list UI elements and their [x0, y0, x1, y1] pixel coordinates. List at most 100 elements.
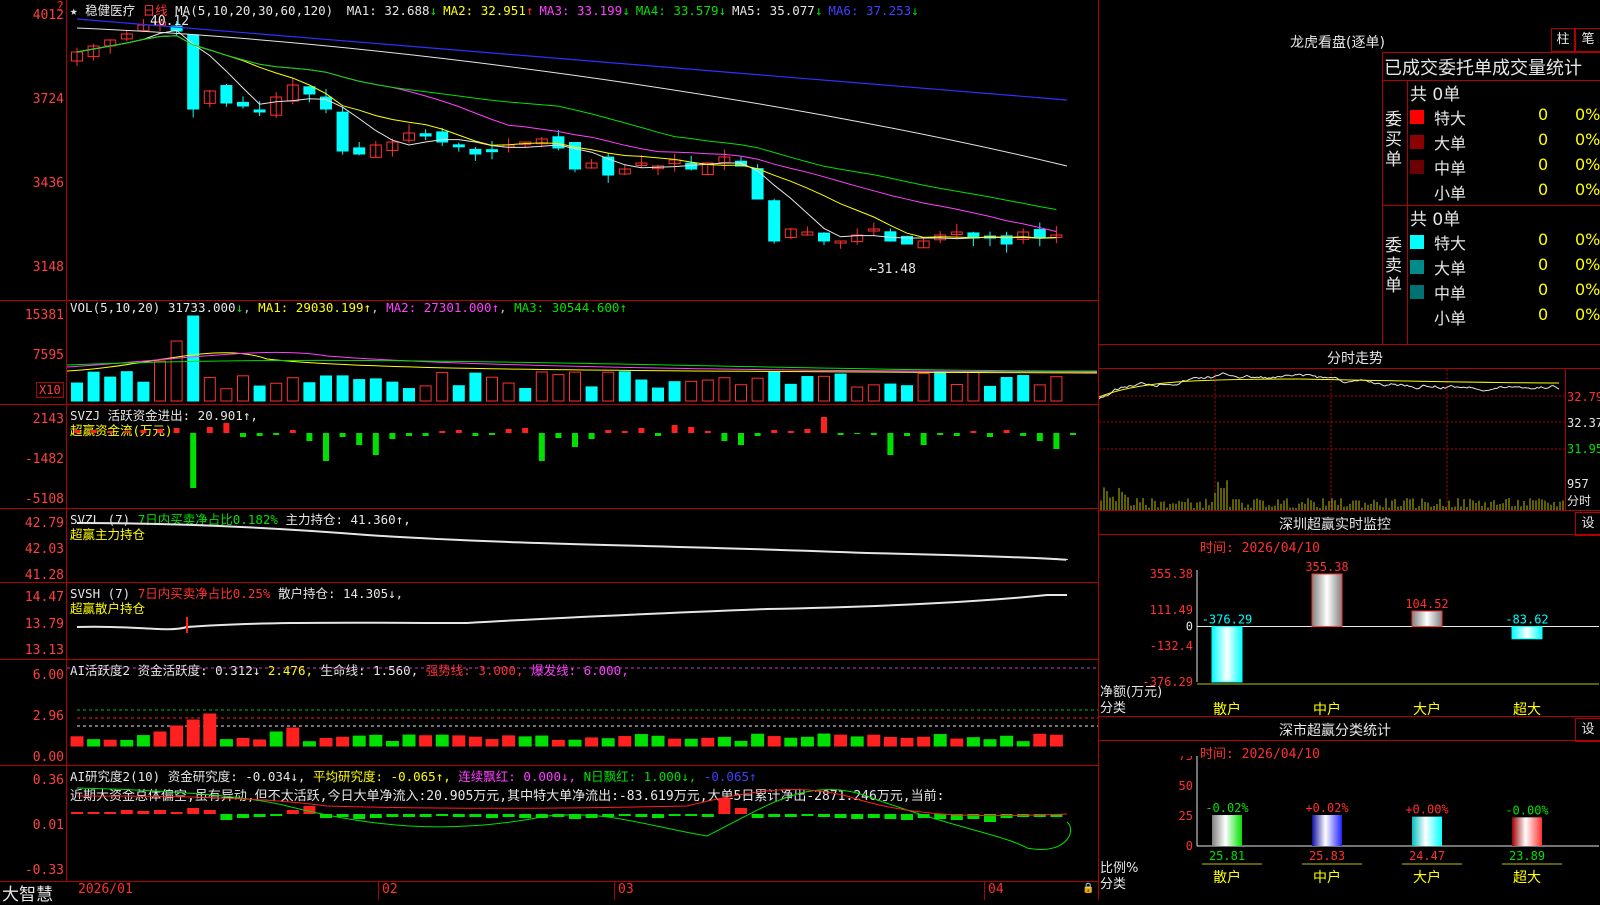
- activity-bar: [369, 734, 383, 747]
- candle-body: [768, 200, 781, 242]
- activity-bar: [336, 736, 350, 747]
- axis-tick-label: 355.38: [1150, 567, 1193, 581]
- sz-monitor-settings-button[interactable]: 设: [1575, 512, 1600, 536]
- flow-bar: [472, 433, 479, 436]
- flow-bar: [671, 425, 678, 433]
- volume-bar: [950, 384, 963, 402]
- ma-line: [76, 35, 1057, 239]
- volume-bar: [203, 377, 216, 402]
- capital-flow-chart[interactable]: [67, 405, 1098, 508]
- intraday-chart[interactable]: [1099, 369, 1565, 510]
- sz-ratio-chart[interactable]: 75 50 25 0 -0.02% 25.81 散户 +0.02% 25.83 中户 +0.00% 2…: [1099, 756, 1600, 900]
- volume-bar: [569, 371, 581, 402]
- research-bar: [286, 810, 299, 814]
- longhu-tabs[interactable]: 已成交委托单成交量统计: [1384, 54, 1600, 80]
- lock-icon[interactable]: 🔒: [1082, 883, 1094, 894]
- intraday-tick: 32.37: [1567, 416, 1600, 430]
- activity-bar: [1000, 735, 1014, 747]
- price-tick: 4012: [32, 8, 64, 23]
- volume-chart[interactable]: [67, 301, 1098, 404]
- research-line-red: [76, 788, 1068, 817]
- activity-bar: [983, 739, 997, 747]
- flow-bar: [489, 433, 495, 435]
- order-value: 0: [1538, 105, 1549, 124]
- flow-bar: [406, 433, 412, 436]
- brand-logo[interactable]: 大智慧: [2, 880, 53, 905]
- order-pct: 0%: [1575, 180, 1600, 199]
- activity-bar: [170, 725, 184, 747]
- flow-bar: [821, 417, 827, 433]
- candle-body: [353, 147, 366, 155]
- bar-change-label: +0.00%: [1405, 803, 1449, 817]
- flow-bar: [721, 433, 728, 441]
- flow-bar: [538, 433, 545, 461]
- volume-bar: [984, 385, 996, 402]
- ai-research-chart[interactable]: [67, 766, 1098, 881]
- activity-bar: [468, 736, 482, 747]
- candlestick-chart[interactable]: [67, 0, 1098, 300]
- activity-bar: [551, 739, 565, 747]
- svzj-tick: 2143: [32, 412, 64, 427]
- volume-bar: [784, 383, 797, 402]
- flow-bar: [372, 433, 379, 455]
- axis-tick-label: 75: [1179, 756, 1193, 763]
- candle-body: [419, 133, 432, 137]
- flow-bar: [389, 433, 396, 439]
- volume-bar: [917, 373, 930, 402]
- ai-activity-chart[interactable]: [67, 660, 1098, 765]
- category-label: 超大: [1513, 870, 1541, 886]
- volume-unit-badge[interactable]: X10: [36, 382, 64, 398]
- volume-bar: [104, 376, 117, 402]
- intraday-vol-tick: 957: [1567, 477, 1589, 491]
- research-bar: [967, 814, 980, 819]
- research-bar: [369, 814, 382, 818]
- volume-bar: [452, 385, 465, 402]
- volume-bar: [469, 372, 482, 402]
- intraday-vol-unit: 分时: [1567, 494, 1592, 508]
- activity-bar: [1016, 741, 1030, 747]
- bar-mode-button[interactable]: 柱: [1551, 28, 1575, 52]
- price-tick: 3436: [32, 176, 64, 191]
- volume-bar: [436, 372, 449, 402]
- legend-swatch: [1410, 185, 1424, 199]
- flow-bar: [688, 427, 695, 433]
- research-bar: [436, 814, 449, 816]
- volume-bar: [967, 371, 980, 402]
- candle-body: [469, 148, 482, 155]
- research-bar: [71, 812, 83, 814]
- volume-bar: [801, 376, 814, 402]
- flow-bar: [904, 433, 910, 436]
- flow-bar: [605, 430, 612, 433]
- bar-value-label: 23.89: [1509, 849, 1545, 863]
- avg-price-line: [1099, 378, 1560, 398]
- sz-classify-settings-button[interactable]: 设: [1575, 718, 1600, 742]
- ai-active-tick: 2.96: [32, 709, 64, 724]
- candle-body: [818, 232, 830, 242]
- volume-bar: [220, 388, 233, 402]
- date-label: 2026/01: [78, 882, 133, 897]
- activity-bar: [186, 719, 200, 747]
- research-bar: [818, 814, 830, 817]
- category-label: 散户: [1213, 701, 1241, 716]
- net-amount-bar: [1311, 573, 1343, 627]
- pen-mode-button[interactable]: 笔: [1575, 28, 1600, 52]
- candle-body: [486, 149, 498, 153]
- sz-net-amount-chart[interactable]: 355.38 111.49 0 -132.4 -376.29 -376.29 散户 355.3…: [1099, 552, 1600, 716]
- flow-bar: [1036, 433, 1043, 441]
- candle-body: [237, 101, 249, 107]
- axis-tick-label: 50: [1179, 779, 1193, 793]
- flow-bar: [1003, 430, 1010, 433]
- main-force-holding-chart[interactable]: [67, 509, 1098, 582]
- flow-bar: [90, 430, 97, 433]
- flow-bar: [157, 429, 163, 433]
- volume-bar: [818, 375, 830, 402]
- research-bar: [901, 814, 913, 820]
- volume-bar: [751, 377, 764, 402]
- bar-value-label: -83.62: [1505, 612, 1548, 626]
- order-name: 小单: [1434, 184, 1467, 203]
- research-bar: [834, 814, 847, 818]
- volume-bar: [519, 388, 532, 402]
- retail-holding-chart[interactable]: [67, 583, 1098, 659]
- order-value: 0: [1538, 180, 1549, 199]
- legend-swatch: [1410, 260, 1424, 274]
